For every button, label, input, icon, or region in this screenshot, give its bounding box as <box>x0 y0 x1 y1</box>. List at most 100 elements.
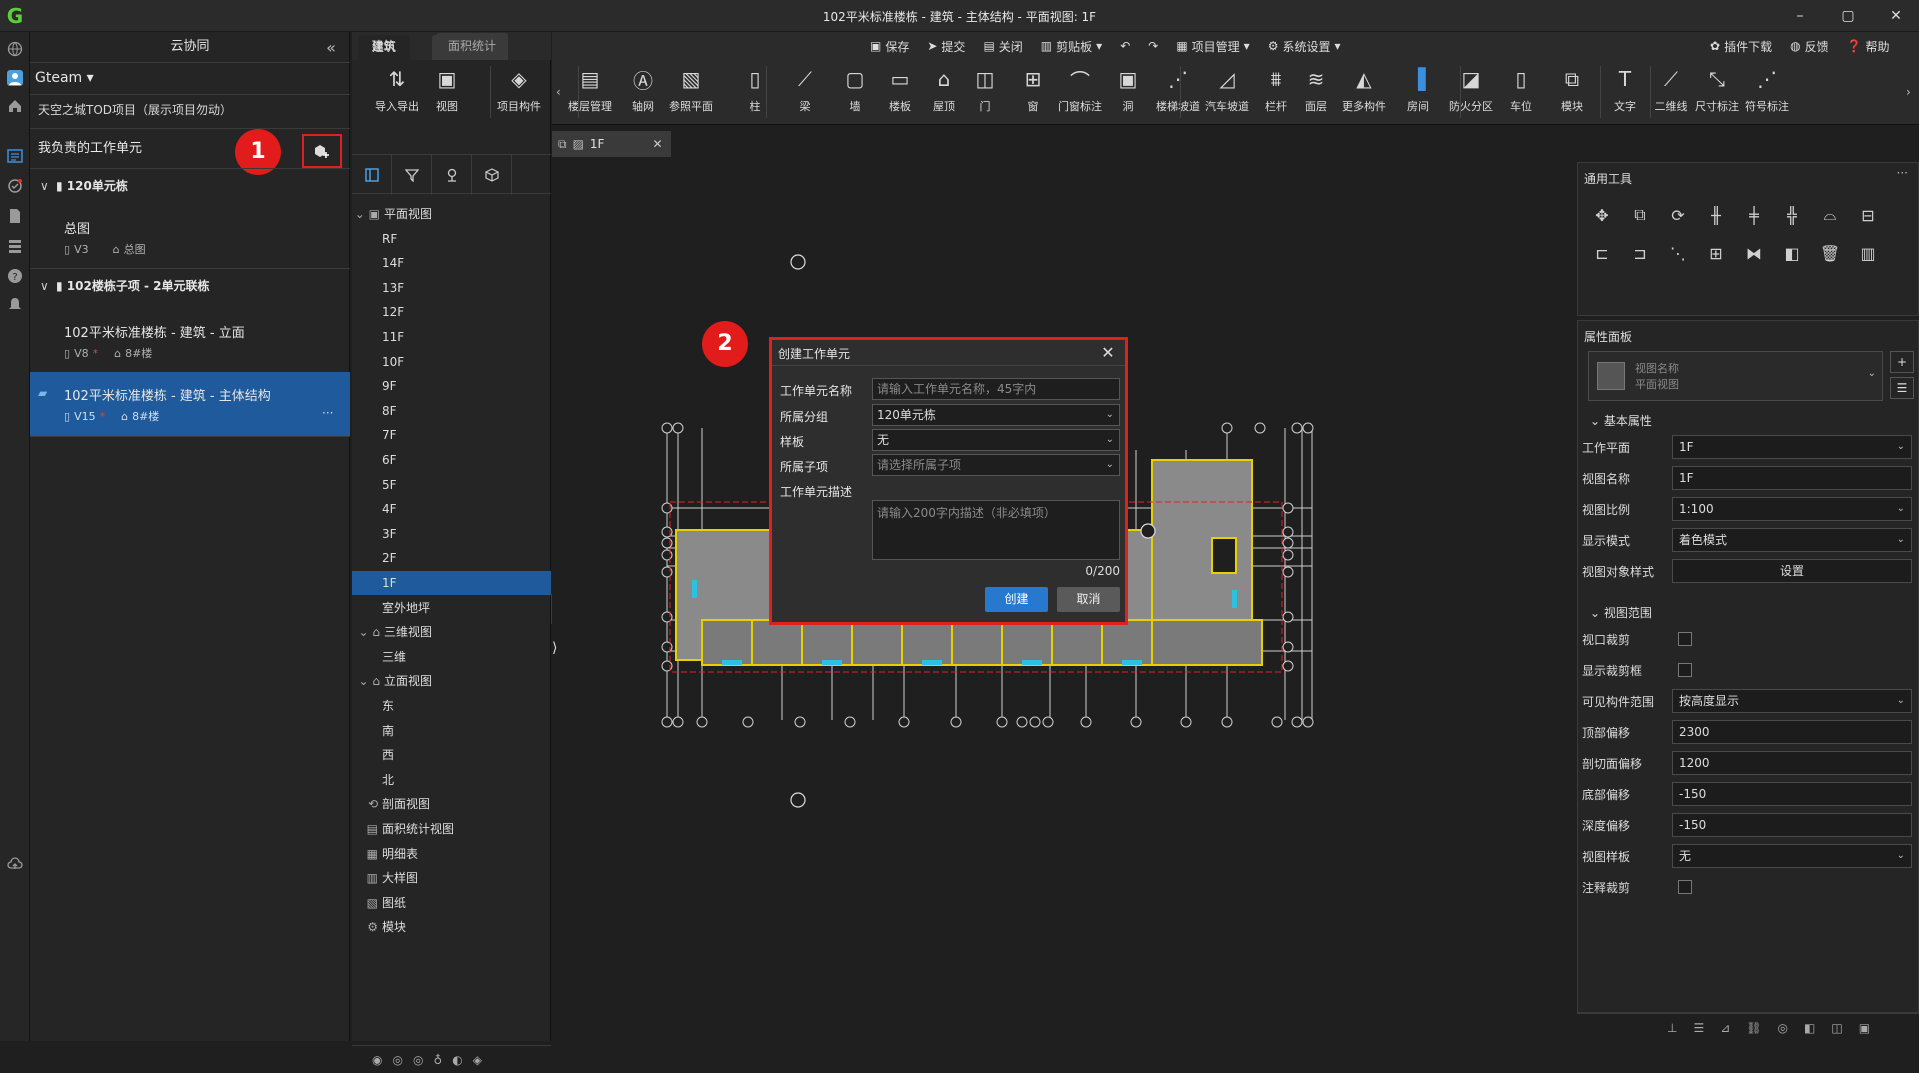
tree-node-floor[interactable]: 14F <box>352 251 551 275</box>
work-unit-title[interactable]: 102平米标准楼栋 - 建筑 - 立面 <box>64 322 245 341</box>
plugin-download-button[interactable]: ✿ 插件下载 <box>1710 38 1772 55</box>
layers-alt-icon[interactable]: ◎ <box>413 1053 423 1067</box>
basic-props-section[interactable]: ⌄ 基本属性 <box>1590 412 1652 429</box>
tree-node-floor[interactable]: 9F <box>352 374 551 398</box>
ribbon-button-more-components[interactable]: ◭ 更多构件 <box>1336 64 1392 122</box>
help-button[interactable]: ❓ 帮助 <box>1847 38 1890 55</box>
align-icon[interactable]: ╫ <box>1702 201 1730 229</box>
view-range-section[interactable]: ⌄ 视图范围 <box>1590 604 1652 621</box>
work-unit-title[interactable]: 102平米标准楼栋 - 建筑 - 主体结构 <box>64 385 271 404</box>
prop-input[interactable]: 1200 <box>1672 751 1912 775</box>
ribbon-button-project-component[interactable]: ◈ 项目构件 <box>491 64 547 122</box>
prop-input[interactable]: -150 <box>1672 782 1912 806</box>
prop-select[interactable]: 1:100 ⌄ <box>1672 497 1912 521</box>
cloud-upload-icon[interactable] <box>3 852 27 876</box>
eye-icon[interactable]: ◉ <box>372 1053 382 1067</box>
cube-icon[interactable] <box>472 155 512 195</box>
project-management-menu[interactable]: ▦ 项目管理 ▾ <box>1176 38 1249 55</box>
ribbon-button-view[interactable]: ▣ 视图 <box>419 64 475 122</box>
snap-icon[interactable]: ⊥ <box>1667 1021 1677 1035</box>
join-icon[interactable]: ⊐ <box>1626 239 1654 267</box>
ribbon-button-dimension[interactable]: ⤡ 尺寸标注 <box>1689 64 1745 122</box>
cancel-button[interactable]: 取消 <box>1057 587 1120 612</box>
tree-node-floor[interactable]: 5F <box>352 473 551 497</box>
tree-node-floor[interactable]: 8F <box>352 399 551 423</box>
ribbon-button-beam[interactable]: ⟋ 梁 <box>777 64 833 122</box>
trim-icon[interactable]: ╬ <box>1778 201 1806 229</box>
template-select[interactable]: 无 ⌄ <box>872 429 1120 451</box>
view-tab-1f[interactable]: 1F <box>584 137 645 151</box>
tools-more-button[interactable]: ··· <box>1897 166 1908 180</box>
tree-node-elevation-views[interactable]: ⌄ ⌂ 立面视图 <box>352 669 551 693</box>
ribbon-button-car-ramp[interactable]: ◿ 汽车坡道 <box>1199 64 1255 122</box>
dialog-close-button[interactable]: ✕ <box>1099 343 1117 362</box>
sync-icon[interactable] <box>3 174 27 198</box>
tree-node-floor[interactable]: 3F <box>352 522 551 546</box>
layer-icon[interactable]: ◧ <box>1804 1021 1815 1035</box>
project-name[interactable]: 天空之城TOD项目（展示项目勿动） <box>38 98 232 122</box>
list-icon[interactable] <box>3 234 27 258</box>
group-header-102[interactable]: ∨ ▮ 102楼栋子项 - 2单元联栋 <box>40 273 210 299</box>
home-icon[interactable] <box>3 94 27 118</box>
maximize-button[interactable]: ▢ <box>1828 4 1868 28</box>
prop-input[interactable]: -150 <box>1672 813 1912 837</box>
move-icon[interactable]: ✥ <box>1588 201 1616 229</box>
tree-node-floor[interactable]: 11F <box>352 325 551 349</box>
tree-node-elevation[interactable]: 南 <box>352 719 551 743</box>
property-list-button[interactable]: ☰ <box>1890 377 1914 399</box>
distribute-icon[interactable]: ⊞ <box>1702 239 1730 267</box>
collapse-panel-icon[interactable]: « <box>321 37 341 57</box>
tab-list-icon[interactable]: ⧉ <box>552 137 573 152</box>
prop-select[interactable]: 按高度显示 ⌄ <box>1672 689 1912 713</box>
ribbon-button-reference-plane[interactable]: ▧ 参照平面 <box>663 64 719 122</box>
tree-node-elevation[interactable]: 西 <box>352 743 551 767</box>
selected-work-unit[interactable] <box>30 372 350 436</box>
system-settings-menu[interactable]: ⚙ 系统设置 ▾ <box>1268 38 1341 55</box>
tree-node-plan-views[interactable]: ⌄ ▣ 平面视图 <box>352 202 551 226</box>
ribbon-button-room[interactable]: ▐ 房间 <box>1390 64 1446 122</box>
measure-icon[interactable]: ▥ <box>1854 239 1882 267</box>
tree-node-detail[interactable]: ▥ 大样图 <box>352 866 551 890</box>
globe-icon[interactable] <box>3 37 27 61</box>
measure-icon[interactable]: ⊿ <box>1720 1021 1730 1035</box>
tree-node-section[interactable]: ⟲ 剖面视图 <box>352 792 551 816</box>
ribbon-button-fire-zone[interactable]: ◪ 防火分区 <box>1443 64 1499 122</box>
offset-icon[interactable]: ⌓ <box>1816 201 1844 229</box>
compass-icon[interactable]: ◎ <box>1778 1021 1788 1035</box>
ribbon-scroll-right-icon[interactable]: › <box>1906 85 1911 99</box>
add-work-unit-button[interactable] <box>302 134 342 168</box>
add-property-button[interactable]: + <box>1890 351 1914 373</box>
prop-settings-button[interactable]: 设置 <box>1672 559 1912 583</box>
prop-input[interactable]: 1F <box>1672 466 1912 490</box>
filter-icon[interactable] <box>392 155 432 195</box>
undo-button[interactable]: ↶ <box>1120 39 1130 53</box>
prop-select[interactable]: 1F ⌄ <box>1672 435 1912 459</box>
bell-icon[interactable] <box>3 292 27 316</box>
document-icon[interactable] <box>3 204 27 228</box>
ribbon-button-symbol-tag[interactable]: ⋰ 符号标注 <box>1739 64 1795 122</box>
close-button[interactable]: ▤ 关闭 <box>983 38 1022 55</box>
tree-node-schedule[interactable]: ▦ 明细表 <box>352 842 551 866</box>
tree-node-floor[interactable]: 13F <box>352 276 551 300</box>
tree-node-floor[interactable]: 室外地坪 <box>352 596 551 620</box>
create-button[interactable]: 创建 <box>985 587 1048 612</box>
panel-toggle-icon[interactable] <box>352 155 392 195</box>
tree-node-elevation[interactable]: 东 <box>352 694 551 718</box>
link-icon[interactable]: ⛓ <box>1746 1021 1761 1035</box>
break-icon[interactable]: ⊏ <box>1588 239 1616 267</box>
tree-node-floor[interactable]: 6F <box>352 448 551 472</box>
tree-node-elevation[interactable]: 北 <box>352 768 551 792</box>
prop-select[interactable]: 着色模式 ⌄ <box>1672 528 1912 552</box>
prop-select[interactable]: 无 ⌄ <box>1672 844 1912 868</box>
layers-icon[interactable]: ◎ <box>392 1053 402 1067</box>
submit-button[interactable]: ➤ 提交 <box>927 38 965 55</box>
ribbon-scroll-left-icon[interactable]: ‹ <box>556 85 561 99</box>
minimize-button[interactable]: – <box>1780 4 1820 28</box>
tree-node-floor[interactable]: 10F <box>352 350 551 374</box>
prop-checkbox[interactable] <box>1678 632 1692 646</box>
subitem-select[interactable]: 请选择所属子项 ⌄ <box>872 454 1120 476</box>
scale-icon[interactable]: ◧ <box>1778 239 1806 267</box>
feedback-button[interactable]: ◍ 反馈 <box>1790 38 1829 55</box>
prop-input[interactable]: 2300 <box>1672 720 1912 744</box>
rotate-icon[interactable]: ⟳ <box>1664 201 1692 229</box>
